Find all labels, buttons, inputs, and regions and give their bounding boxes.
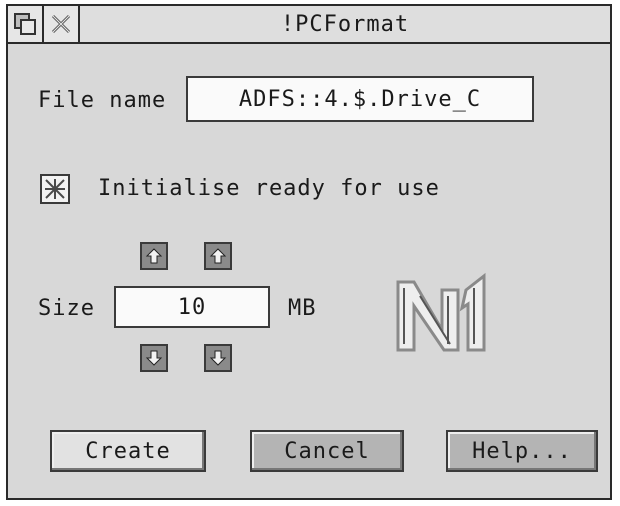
title-bar[interactable]: !PCFormat bbox=[8, 6, 610, 44]
file-name-field[interactable]: ADFS::4.$.Drive_C bbox=[186, 76, 534, 122]
initialise-label: Initialise ready for use bbox=[98, 176, 440, 201]
initialise-checkbox[interactable] bbox=[40, 174, 70, 204]
pcformat-window: !PCFormat File name ADFS::4.$.Drive_C In… bbox=[6, 4, 612, 500]
arrow-up-icon bbox=[209, 248, 227, 264]
size-down-button-2[interactable] bbox=[204, 344, 232, 372]
arrow-down-icon bbox=[209, 350, 227, 366]
file-name-label: File name bbox=[38, 88, 167, 113]
back-icon[interactable] bbox=[8, 6, 44, 42]
size-up-button-1[interactable] bbox=[140, 242, 168, 270]
checkbox-cross-icon bbox=[45, 179, 65, 199]
cancel-button[interactable]: Cancel bbox=[250, 430, 404, 472]
size-up-button-2[interactable] bbox=[204, 242, 232, 270]
window-title: !PCFormat bbox=[280, 11, 410, 37]
size-field[interactable]: 10 bbox=[114, 286, 270, 328]
arrow-down-icon bbox=[145, 350, 163, 366]
size-down-button-1[interactable] bbox=[140, 344, 168, 372]
logo-icon bbox=[396, 272, 486, 352]
size-label: Size bbox=[38, 296, 95, 321]
size-unit-label: MB bbox=[288, 296, 317, 321]
arrow-up-icon bbox=[145, 248, 163, 264]
create-button[interactable]: Create bbox=[50, 430, 206, 472]
close-icon[interactable] bbox=[44, 6, 80, 42]
help-button[interactable]: Help... bbox=[446, 430, 598, 472]
